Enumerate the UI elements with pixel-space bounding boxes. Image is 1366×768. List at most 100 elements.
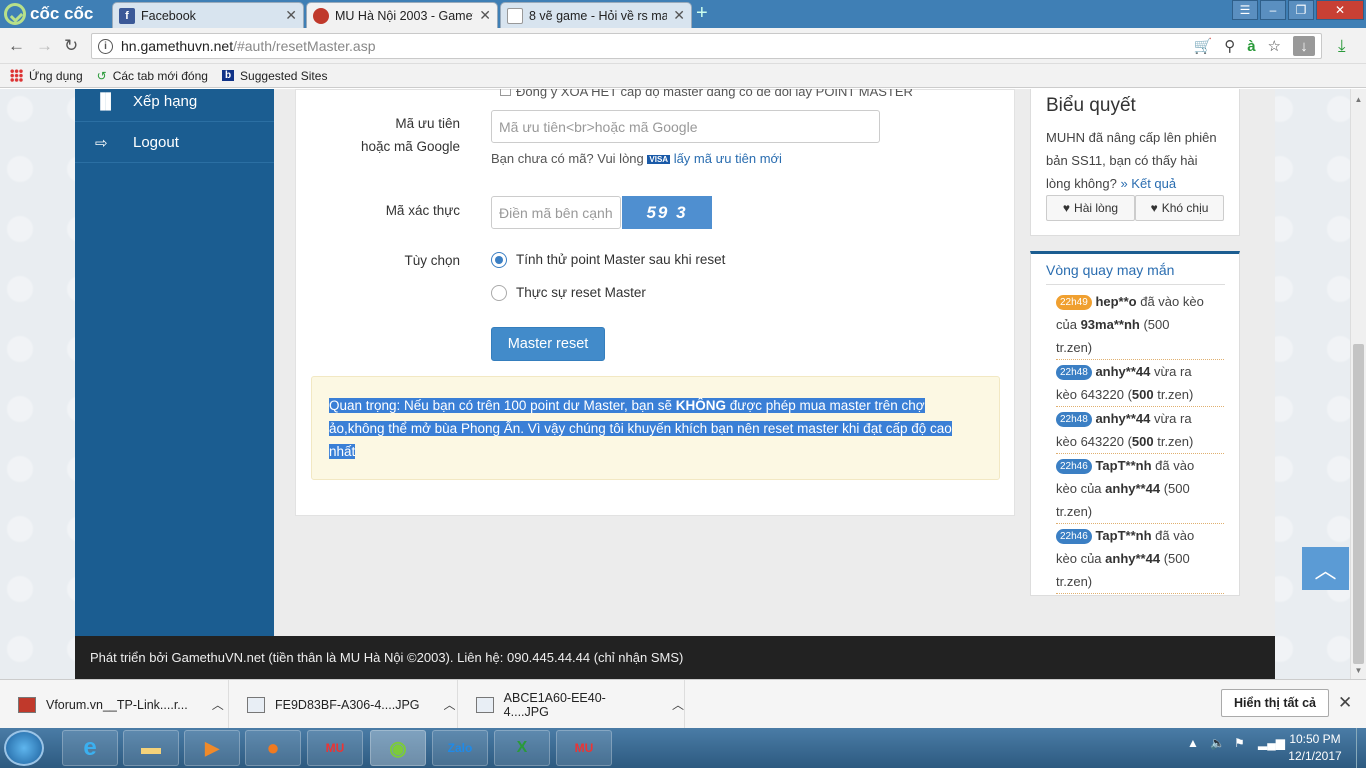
mu-launcher-icon[interactable]: MU <box>556 730 612 766</box>
player-name: anhy**44 <box>1095 364 1151 379</box>
agree-checkbox[interactable] <box>500 89 511 96</box>
minimize-icon[interactable]: ‒ <box>1260 0 1286 20</box>
poll-panel: Biểu quyết MUHN đã nâng cấp lên phiên bả… <box>1030 89 1240 236</box>
download-video-icon[interactable]: ↓ <box>1293 36 1315 56</box>
site-footer: Phát triển bởi GamethuVN.net (tiền thân … <box>75 636 1275 679</box>
page-scrollbar[interactable]: ▲ ▼ <box>1350 89 1366 679</box>
poll-unsatisfied-button[interactable]: ♥ Khó chịu <box>1135 195 1224 221</box>
poll-question-line: lòng không? <box>1046 176 1117 191</box>
option-real-reset[interactable]: Thực sự reset Master <box>491 285 646 302</box>
close-icon[interactable]: ✕ <box>285 7 297 24</box>
sidebar-item-label: Xếp hạng <box>133 92 198 110</box>
address-bar[interactable]: i hn.gamethuvn.net/#auth/resetMaster.asp… <box>91 33 1322 59</box>
bookmark-label: Ứng dụng <box>29 68 83 83</box>
time-badge: 22h49 <box>1056 295 1092 311</box>
windows-start-icon[interactable] <box>4 730 44 766</box>
bookmark-label: Các tab mới đóng <box>112 68 208 83</box>
chevron-up-icon[interactable]: ︿ <box>212 696 224 713</box>
bookmark-star-icon[interactable]: ☆ <box>1268 37 1281 55</box>
agree-label: Đồng ý XÓA HẾT cấp độ master đang có để … <box>516 89 913 99</box>
bookmark-suggested-sites[interactable]: b Suggested Sites <box>221 68 328 83</box>
priority-code-label-2: hoặc mã Google <box>360 139 460 154</box>
back-icon[interactable]: ← <box>8 36 25 56</box>
option-label: Tính thử point Master sau khi reset <box>516 252 726 267</box>
tab-mu-hanoi[interactable]: MU Hà Nội 2003 - Gameth ✕ <box>306 2 498 28</box>
mu-game-icon[interactable]: MU <box>307 730 363 766</box>
scrollbar-thumb[interactable] <box>1353 344 1364 664</box>
notice-bold: KHÔNG <box>675 398 727 413</box>
radio-unselected[interactable] <box>491 285 507 302</box>
volume-icon[interactable]: 🔈 <box>1210 736 1225 750</box>
page-icon <box>507 7 523 24</box>
tray-expand-icon[interactable]: ▲ <box>1187 736 1199 750</box>
window-close-icon[interactable]: ✕ <box>1316 0 1364 20</box>
sidebar-item-logout[interactable]: ⇨ Logout <box>75 122 274 163</box>
vietnamese-input-icon[interactable]: à <box>1247 38 1255 55</box>
zalo-icon[interactable]: Zalo <box>432 730 488 766</box>
new-tab-icon[interactable]: + <box>696 3 716 24</box>
reload-icon[interactable]: ↻ <box>64 36 78 56</box>
download-item[interactable]: Vforum.vn__TP-Link....r... ︿ <box>0 680 229 729</box>
scroll-up-arrow[interactable]: ▲ <box>1351 95 1366 104</box>
wheel-entry: 22h48 anhy**44 vừa ra kèo 643220 (500 tr.… <box>1056 360 1224 407</box>
master-reset-button[interactable]: Master reset <box>491 327 605 361</box>
media-player-icon[interactable]: ▶ <box>184 730 240 766</box>
bookmark-recent-tabs[interactable]: ↺ Các tab mới đóng <box>97 69 208 83</box>
show-desktop-button[interactable] <box>1356 728 1366 768</box>
priority-code-input[interactable]: Mã ưu tiên<br>hoặc mã Google <box>491 110 880 143</box>
url-path: /#auth/resetMaster.asp <box>233 38 376 54</box>
option-simulate[interactable]: Tính thử point Master sau khi reset <box>491 252 726 269</box>
bookmark-label: Suggested Sites <box>240 68 328 83</box>
flag-icon[interactable]: ⚑ <box>1234 736 1245 750</box>
time-badge: 22h48 <box>1056 365 1092 381</box>
notice-text: Quan trọng: Nếu bạn có trên 100 point dư… <box>329 394 957 463</box>
captcha-image[interactable]: 59 3 <box>622 196 712 229</box>
forward-icon[interactable]: → <box>36 36 53 56</box>
download-item[interactable]: FE9D83BF-A306-4....JPG ︿ <box>229 680 458 729</box>
restore-icon[interactable]: ❐ <box>1288 0 1314 20</box>
captcha-input[interactable]: Điền mã bên cạnh <box>491 196 621 229</box>
downloads-icon[interactable]: ⤓ <box>1338 36 1346 56</box>
excel-icon[interactable]: X <box>494 730 550 766</box>
player-name: hep**o <box>1095 294 1137 309</box>
history-icon: ↺ <box>96 68 107 83</box>
download-item[interactable]: ABCE1A60-EE40-4....JPG ︿ <box>458 680 685 729</box>
get-code-link[interactable]: lấy mã ưu tiên mới <box>674 151 782 166</box>
torch-icon[interactable]: ⚲ <box>1224 37 1235 55</box>
shopping-cart-icon[interactable]: 🛒 <box>1194 37 1213 55</box>
close-downloads-icon[interactable]: ✕ <box>1338 693 1352 713</box>
bookmark-apps[interactable]: Ứng dụng <box>10 69 83 83</box>
entry-text: đã vào <box>1151 528 1195 543</box>
logout-icon: ⇨ <box>95 135 108 152</box>
lucky-wheel-panel: Vòng quay may mắn 22h49 hep**o đã vào kè… <box>1030 251 1240 596</box>
poll-title: Biểu quyết <box>1046 95 1136 116</box>
scroll-down-arrow[interactable]: ▼ <box>1351 666 1366 675</box>
info-icon[interactable]: i <box>98 38 113 54</box>
bar-chart-icon: ▐▌ <box>95 93 117 110</box>
coccoc-taskbar-icon[interactable]: ◉ <box>370 730 426 766</box>
firefox-icon[interactable]: ● <box>245 730 301 766</box>
show-all-downloads-button[interactable]: Hiển thị tất cả <box>1221 689 1329 717</box>
tab-facebook[interactable]: f Facebook ✕ <box>112 2 304 28</box>
tab-8ve-game[interactable]: 8 vẽ game - Hỏi về rs mat ✕ <box>500 2 692 28</box>
chevron-up-icon[interactable]: ︿ <box>672 696 684 713</box>
close-icon[interactable]: ✕ <box>673 7 685 24</box>
menu-icon[interactable]: ☰ <box>1232 0 1258 20</box>
poll-result-link[interactable]: » Kết quả <box>1120 176 1176 191</box>
download-filename: Vforum.vn__TP-Link....r... <box>46 697 188 712</box>
clock[interactable]: 10:50 PM 12/1/2017 <box>1280 731 1350 765</box>
poll-satisfied-button[interactable]: ♥ Hài lòng <box>1046 195 1135 221</box>
radio-selected[interactable] <box>491 252 507 269</box>
entry-text: kèo 643220 ( <box>1056 434 1132 449</box>
sidebar-item-ranking[interactable]: ▐▌ Xếp hạng <box>75 89 274 122</box>
coccoc-logo[interactable]: cốc cốc <box>4 3 93 25</box>
notice-line: nhất <box>329 444 356 459</box>
file-explorer-icon[interactable]: ▬ <box>123 730 179 766</box>
option-label: Thực sự reset Master <box>516 285 646 300</box>
chevron-up-icon[interactable]: ︿ <box>444 696 456 713</box>
close-icon[interactable]: ✕ <box>479 7 491 24</box>
agree-checkbox-row[interactable]: Đồng ý XÓA HẾT cấp độ master đang có để … <box>500 89 913 99</box>
back-to-top-icon[interactable]: ︿ <box>1302 547 1349 590</box>
internet-explorer-icon[interactable]: e <box>62 730 118 766</box>
entry-text: tr.zen) <box>1153 387 1194 402</box>
